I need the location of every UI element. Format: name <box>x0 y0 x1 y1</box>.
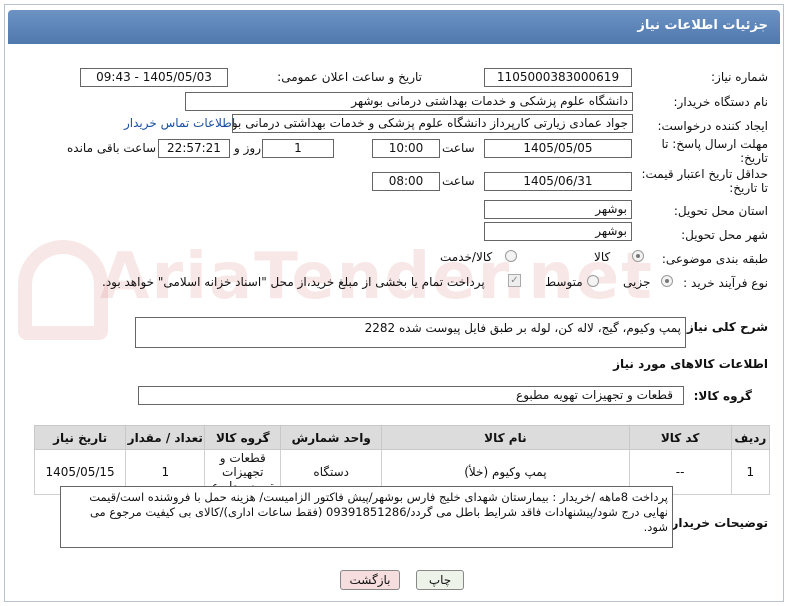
city-field: بوشهر <box>484 222 632 241</box>
description-label: شرح کلی نیاز: <box>682 320 768 334</box>
process-medium-label: متوسط <box>545 275 583 289</box>
page-header: جزئیات اطلاعات نیاز <box>8 10 780 44</box>
province-field: بوشهر <box>484 200 632 219</box>
reply-time-field: 10:00 <box>372 139 440 158</box>
goods-group-label: گروه کالا: <box>693 389 752 403</box>
reply-time-label: ساعت <box>442 141 475 155</box>
description-field: پمپ وکیوم، گیج، لاله کن، لوله بر طبق فای… <box>135 317 686 348</box>
price-validity-label-2: تا تاریخ: <box>729 181 768 195</box>
goods-table: ردیف کد کالا نام کالا واحد شمارش گروه کا… <box>33 425 771 495</box>
buyer-org-label: نام دستگاه خریدار: <box>673 95 769 109</box>
need-number-label: شماره نیاز: <box>711 70 768 84</box>
need-number-field: 1105000383000619 <box>484 68 632 87</box>
reply-deadline-label: مهلت ارسال پاسخ: تا <box>661 137 768 151</box>
price-date-field: 1405/06/31 <box>484 172 632 191</box>
process-minor-radio[interactable] <box>661 275 673 287</box>
creator-field: جواد عمادی زیارتی کارپرداز دانشگاه علوم … <box>232 114 633 133</box>
goods-section-title: اطلاعات کالاهای مورد نیاز <box>613 357 768 371</box>
col-unit: واحد شمارش <box>280 425 383 450</box>
buyer-contact-link[interactable]: اطلاعات تماس خریدار <box>124 116 235 130</box>
page-title: جزئیات اطلاعات نیاز <box>637 18 768 33</box>
announce-date-field: 1405/05/03 - 09:43 <box>80 68 228 87</box>
price-validity-label: حداقل تاریخ اعتبار قیمت: <box>641 167 768 181</box>
category-goods-radio[interactable] <box>632 250 644 262</box>
buyer-notes-line2: نهایی درج شود/پیشنهادات فاقد شرایط باطل … <box>89 505 668 519</box>
buyer-notes-field: پرداخت 8ماهه /خریدار : بیمارستان شهدای خ… <box>60 486 673 548</box>
days-label: روز و <box>234 141 261 155</box>
treasury-note: پرداخت تمام یا بخشی از مبلغ خرید،از محل … <box>102 275 485 289</box>
watermark-logo-icon <box>18 240 108 340</box>
buyer-notes-line1: پرداخت 8ماهه /خریدار : بیمارستان شهدای خ… <box>89 490 668 504</box>
process-minor-label: جزیی <box>623 275 651 289</box>
reply-date-field: 1405/05/05 <box>484 139 632 158</box>
province-label: استان محل تحویل: <box>673 204 768 218</box>
remaining-time-field: 22:57:21 <box>158 139 230 158</box>
print-button[interactable]: چاپ <box>416 570 464 590</box>
category-label: طبقه بندی موضوعی: <box>661 252 768 266</box>
remaining-time-label: ساعت باقی مانده <box>67 141 157 155</box>
treasury-checkbox[interactable]: ✓ <box>508 274 521 287</box>
creator-label: ایجاد کننده درخواست: <box>657 119 768 133</box>
col-code: کد کالا <box>628 425 732 450</box>
announce-date-label: تاریخ و ساعت اعلان عمومی: <box>277 70 422 84</box>
col-row: ردیف <box>730 425 771 450</box>
back-button[interactable]: بازگشت <box>340 570 400 590</box>
days-field: 1 <box>262 139 334 158</box>
col-qty: تعداد / مقدار <box>125 425 206 450</box>
cell-group-line1: قطعات و تجهیزات <box>219 451 266 479</box>
city-label: شهر محل تحویل: <box>681 228 768 242</box>
process-medium-radio[interactable] <box>587 275 599 287</box>
buyer-org-field: دانشگاه علوم پزشکی و خدمات بهداشتی درمان… <box>185 92 633 111</box>
price-time-label: ساعت <box>442 174 475 188</box>
goods-group-field: قطعات و تجهیزات تهویه مطبوع <box>138 386 684 405</box>
col-name: نام کالا <box>381 425 630 450</box>
buyer-notes-label: توضیحات خریدار: <box>666 516 768 530</box>
process-label: نوع فرآیند خرید : <box>683 276 768 290</box>
cell-row: 1 <box>730 449 771 495</box>
buyer-notes-line3: شود. <box>643 520 668 534</box>
category-goods-services-label: کالا/خدمت <box>440 250 493 264</box>
reply-deadline-label-2: تاریخ: <box>740 151 768 165</box>
col-date: تاریخ نیاز <box>33 425 127 450</box>
col-group: گروه کالا <box>204 425 282 450</box>
goods-table-header: ردیف کد کالا نام کالا واحد شمارش گروه کا… <box>33 425 771 450</box>
price-time-field: 08:00 <box>372 172 440 191</box>
category-goods-label: کالا <box>594 250 611 264</box>
category-goods-services-radio[interactable] <box>505 250 517 262</box>
description-text: پمپ وکیوم، گیج، لاله کن، لوله بر طبق فای… <box>364 321 681 335</box>
